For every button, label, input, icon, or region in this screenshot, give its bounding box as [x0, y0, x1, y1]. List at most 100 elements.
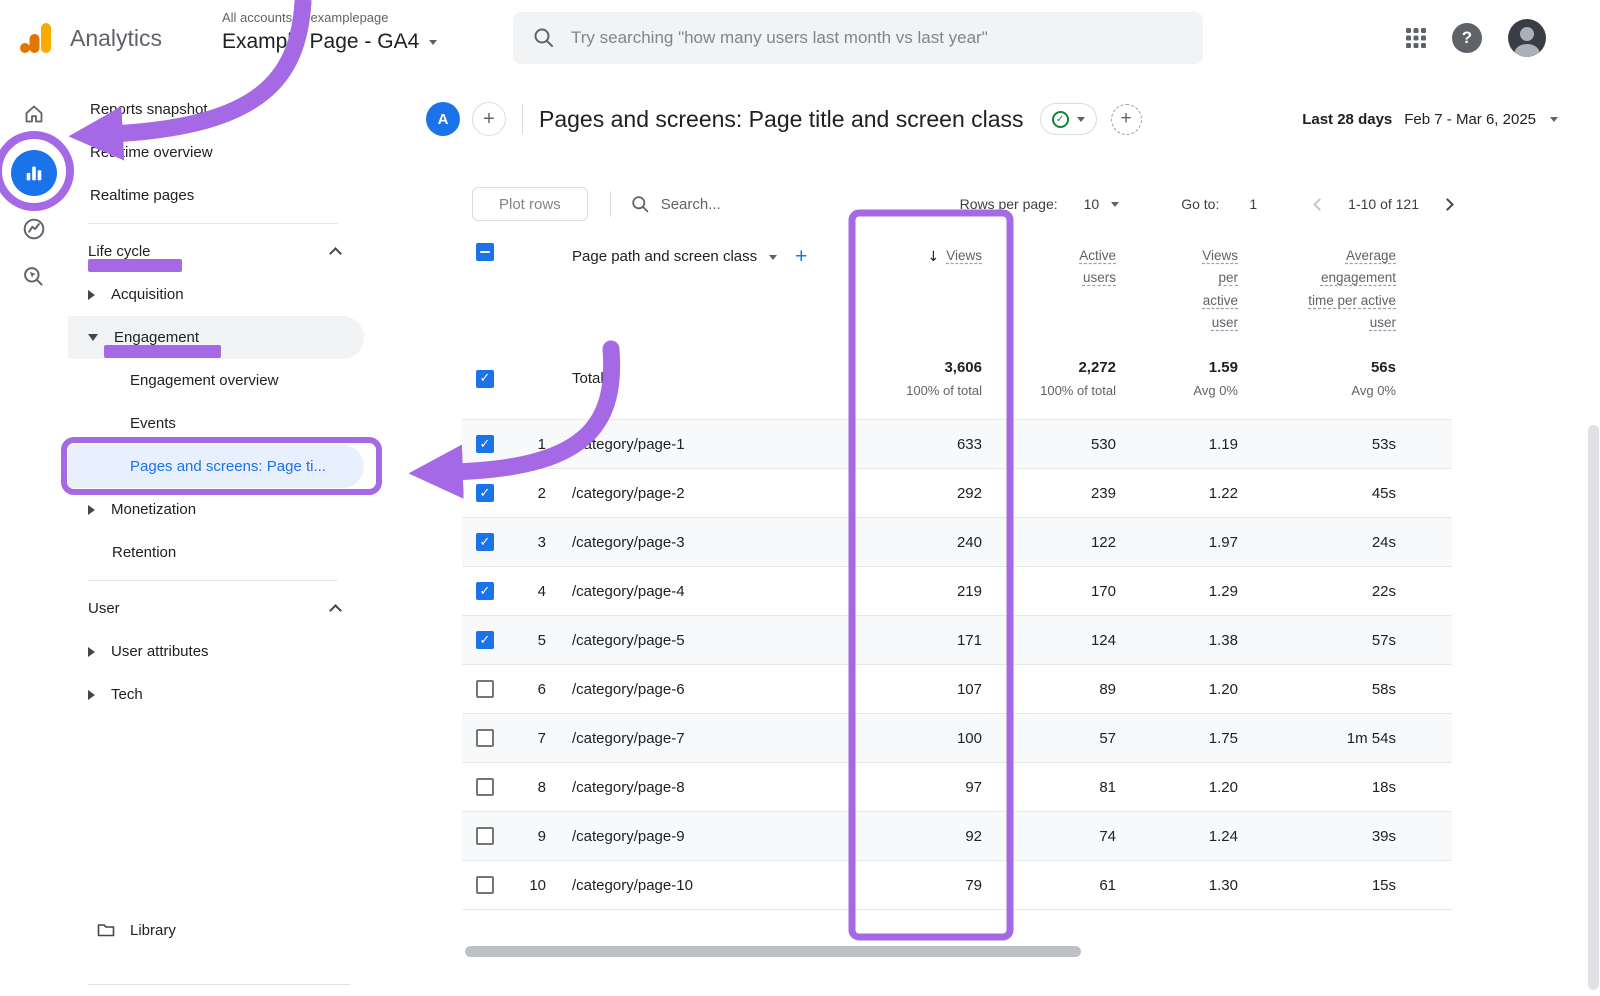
divider	[88, 223, 338, 224]
pagination-range: 1-10 of 121	[1348, 196, 1419, 212]
row-page-path: /category/page-3	[552, 518, 820, 566]
column-header-average-engagement-time[interactable]: Average engagement time per active user	[1304, 245, 1396, 334]
sort-descending-icon[interactable]	[927, 245, 939, 268]
sidebar-item-reports-snapshot[interactable]: Reports snapshot	[68, 88, 368, 131]
expand-icon[interactable]	[88, 690, 95, 700]
table-row[interactable]: 4 /category/page-4 219 170 1.29 22s	[462, 567, 1452, 616]
breadcrumb-property[interactable]: examplepage	[310, 10, 388, 25]
chevron-up-icon[interactable]	[329, 247, 342, 260]
dimension-dropdown-icon[interactable]	[769, 255, 777, 260]
row-avg-time: 58s	[1238, 665, 1396, 713]
apps-grid-icon[interactable]	[1406, 28, 1426, 48]
next-page-icon[interactable]	[1441, 198, 1454, 211]
row-checkbox[interactable]	[476, 827, 494, 845]
dimension-header[interactable]: Page path and screen class	[572, 248, 757, 265]
row-page-path: /category/page-6	[552, 665, 820, 713]
date-range-value[interactable]: Feb 7 - Mar 6, 2025	[1404, 111, 1536, 128]
sidebar-item-acquisition[interactable]: Acquisition	[68, 273, 368, 316]
sidebar-item-user-attributes[interactable]: User attributes	[68, 630, 368, 673]
expand-icon[interactable]	[88, 290, 95, 300]
sidebar-section-user[interactable]: User	[68, 587, 368, 630]
breadcrumb-account[interactable]: All accounts	[222, 10, 292, 25]
rows-per-page-value[interactable]: 10	[1084, 196, 1100, 212]
global-search-input[interactable]: Try searching "how many users last month…	[513, 12, 1203, 64]
sidebar-item-engagement[interactable]: Engagement	[68, 316, 364, 359]
row-page-path: /category/page-2	[552, 469, 820, 517]
vertical-scrollbar[interactable]	[1588, 425, 1599, 990]
column-header-views[interactable]: Views	[946, 245, 982, 267]
sidebar-item-pages-and-screens[interactable]: Pages and screens: Page ti...	[68, 445, 364, 488]
report-header: A Pages and screens: Page title and scre…	[426, 94, 1558, 144]
row-checkbox[interactable]	[476, 680, 494, 698]
row-checkbox[interactable]	[476, 582, 494, 600]
table-row[interactable]: 6 /category/page-6 107 89 1.20 58s	[462, 665, 1452, 714]
breadcrumb[interactable]: All accounts › examplepage	[222, 10, 437, 25]
table-row[interactable]: 5 /category/page-5 171 124 1.38 57s	[462, 616, 1452, 665]
table-row[interactable]: 3 /category/page-3 240 122 1.97 24s	[462, 518, 1452, 567]
report-avatar[interactable]: A	[426, 102, 460, 136]
row-active-users: 57	[982, 714, 1116, 762]
home-icon[interactable]	[22, 102, 46, 126]
add-comparison-icon[interactable]	[1111, 104, 1142, 135]
row-active-users: 124	[982, 616, 1116, 664]
row-avg-time: 18s	[1238, 763, 1396, 811]
table-row[interactable]: 10 /category/page-10 79 61 1.30 15s	[462, 861, 1452, 910]
row-checkbox[interactable]	[476, 631, 494, 649]
table-row[interactable]: 7 /category/page-7 100 57 1.75 1m 54s	[462, 714, 1452, 763]
row-active-users: 61	[982, 861, 1116, 909]
property-selector[interactable]: Example Page - GA4	[222, 30, 437, 54]
sidebar-item-label: Acquisition	[111, 286, 184, 303]
row-checkbox[interactable]	[476, 729, 494, 747]
plot-rows-button[interactable]: Plot rows	[472, 187, 588, 221]
table-search-placeholder: Search...	[661, 196, 721, 213]
horizontal-scrollbar[interactable]	[465, 946, 1081, 957]
table-row[interactable]: 8 /category/page-8 97 81 1.20 18s	[462, 763, 1452, 812]
row-checkbox[interactable]	[476, 370, 494, 388]
table-search-input[interactable]: Search...	[631, 195, 721, 214]
row-views: 79	[820, 861, 982, 909]
row-active-users: 530	[982, 420, 1116, 468]
sidebar-item-events[interactable]: Events	[68, 402, 368, 445]
sidebar-item-realtime-pages[interactable]: Realtime pages	[68, 174, 368, 217]
rows-per-page-dropdown-icon[interactable]	[1111, 202, 1119, 207]
sidebar-item-engagement-overview[interactable]: Engagement overview	[68, 359, 368, 402]
table-row[interactable]: 2 /category/page-2 292 239 1.22 45s	[462, 469, 1452, 518]
expand-icon[interactable]	[88, 505, 95, 515]
table-row[interactable]: 9 /category/page-9 92 74 1.24 39s	[462, 812, 1452, 861]
row-checkbox[interactable]	[476, 876, 494, 894]
chevron-up-icon[interactable]	[329, 604, 342, 617]
report-status-dropdown[interactable]	[1040, 103, 1097, 135]
row-checkbox[interactable]	[476, 435, 494, 453]
row-checkbox[interactable]	[476, 533, 494, 551]
select-all-checkbox[interactable]	[476, 243, 494, 261]
reports-icon[interactable]	[11, 150, 57, 196]
row-rank: 1	[508, 420, 552, 468]
divider	[610, 191, 611, 217]
sidebar-item-realtime-overview[interactable]: Realtime overview	[68, 131, 368, 174]
date-range-label[interactable]: Last 28 days	[1302, 111, 1392, 128]
sidebar-item-tech[interactable]: Tech	[68, 673, 368, 716]
add-dimension-icon[interactable]	[795, 245, 807, 269]
sidebar-item-monetization[interactable]: Monetization	[68, 488, 368, 531]
add-collaborator-icon[interactable]	[472, 102, 506, 136]
sidebar-item-library[interactable]: Library	[68, 908, 368, 952]
previous-page-icon[interactable]	[1313, 198, 1326, 211]
sidebar-item-retention[interactable]: Retention	[68, 531, 368, 574]
advertising-icon[interactable]	[21, 264, 47, 290]
go-to-value[interactable]: 1	[1249, 196, 1257, 212]
row-views: 240	[820, 518, 982, 566]
row-checkbox[interactable]	[476, 484, 494, 502]
total-active-users: 2,272	[1078, 359, 1116, 376]
table-row[interactable]: 1 /category/page-1 633 530 1.19 53s	[462, 420, 1452, 469]
explore-icon[interactable]	[21, 216, 47, 242]
user-avatar[interactable]	[1508, 19, 1546, 57]
collapse-icon[interactable]	[88, 334, 98, 341]
column-header-active-users[interactable]: Active users	[1060, 245, 1116, 290]
expand-icon[interactable]	[88, 647, 95, 657]
row-checkbox[interactable]	[476, 778, 494, 796]
section-label: User	[88, 600, 120, 617]
column-header-views-per-active-user[interactable]: Views per active user	[1188, 245, 1238, 334]
help-icon[interactable]: ?	[1452, 23, 1482, 53]
sidebar-section-life-cycle[interactable]: Life cycle	[68, 230, 368, 273]
chevron-down-icon[interactable]	[1550, 117, 1558, 122]
